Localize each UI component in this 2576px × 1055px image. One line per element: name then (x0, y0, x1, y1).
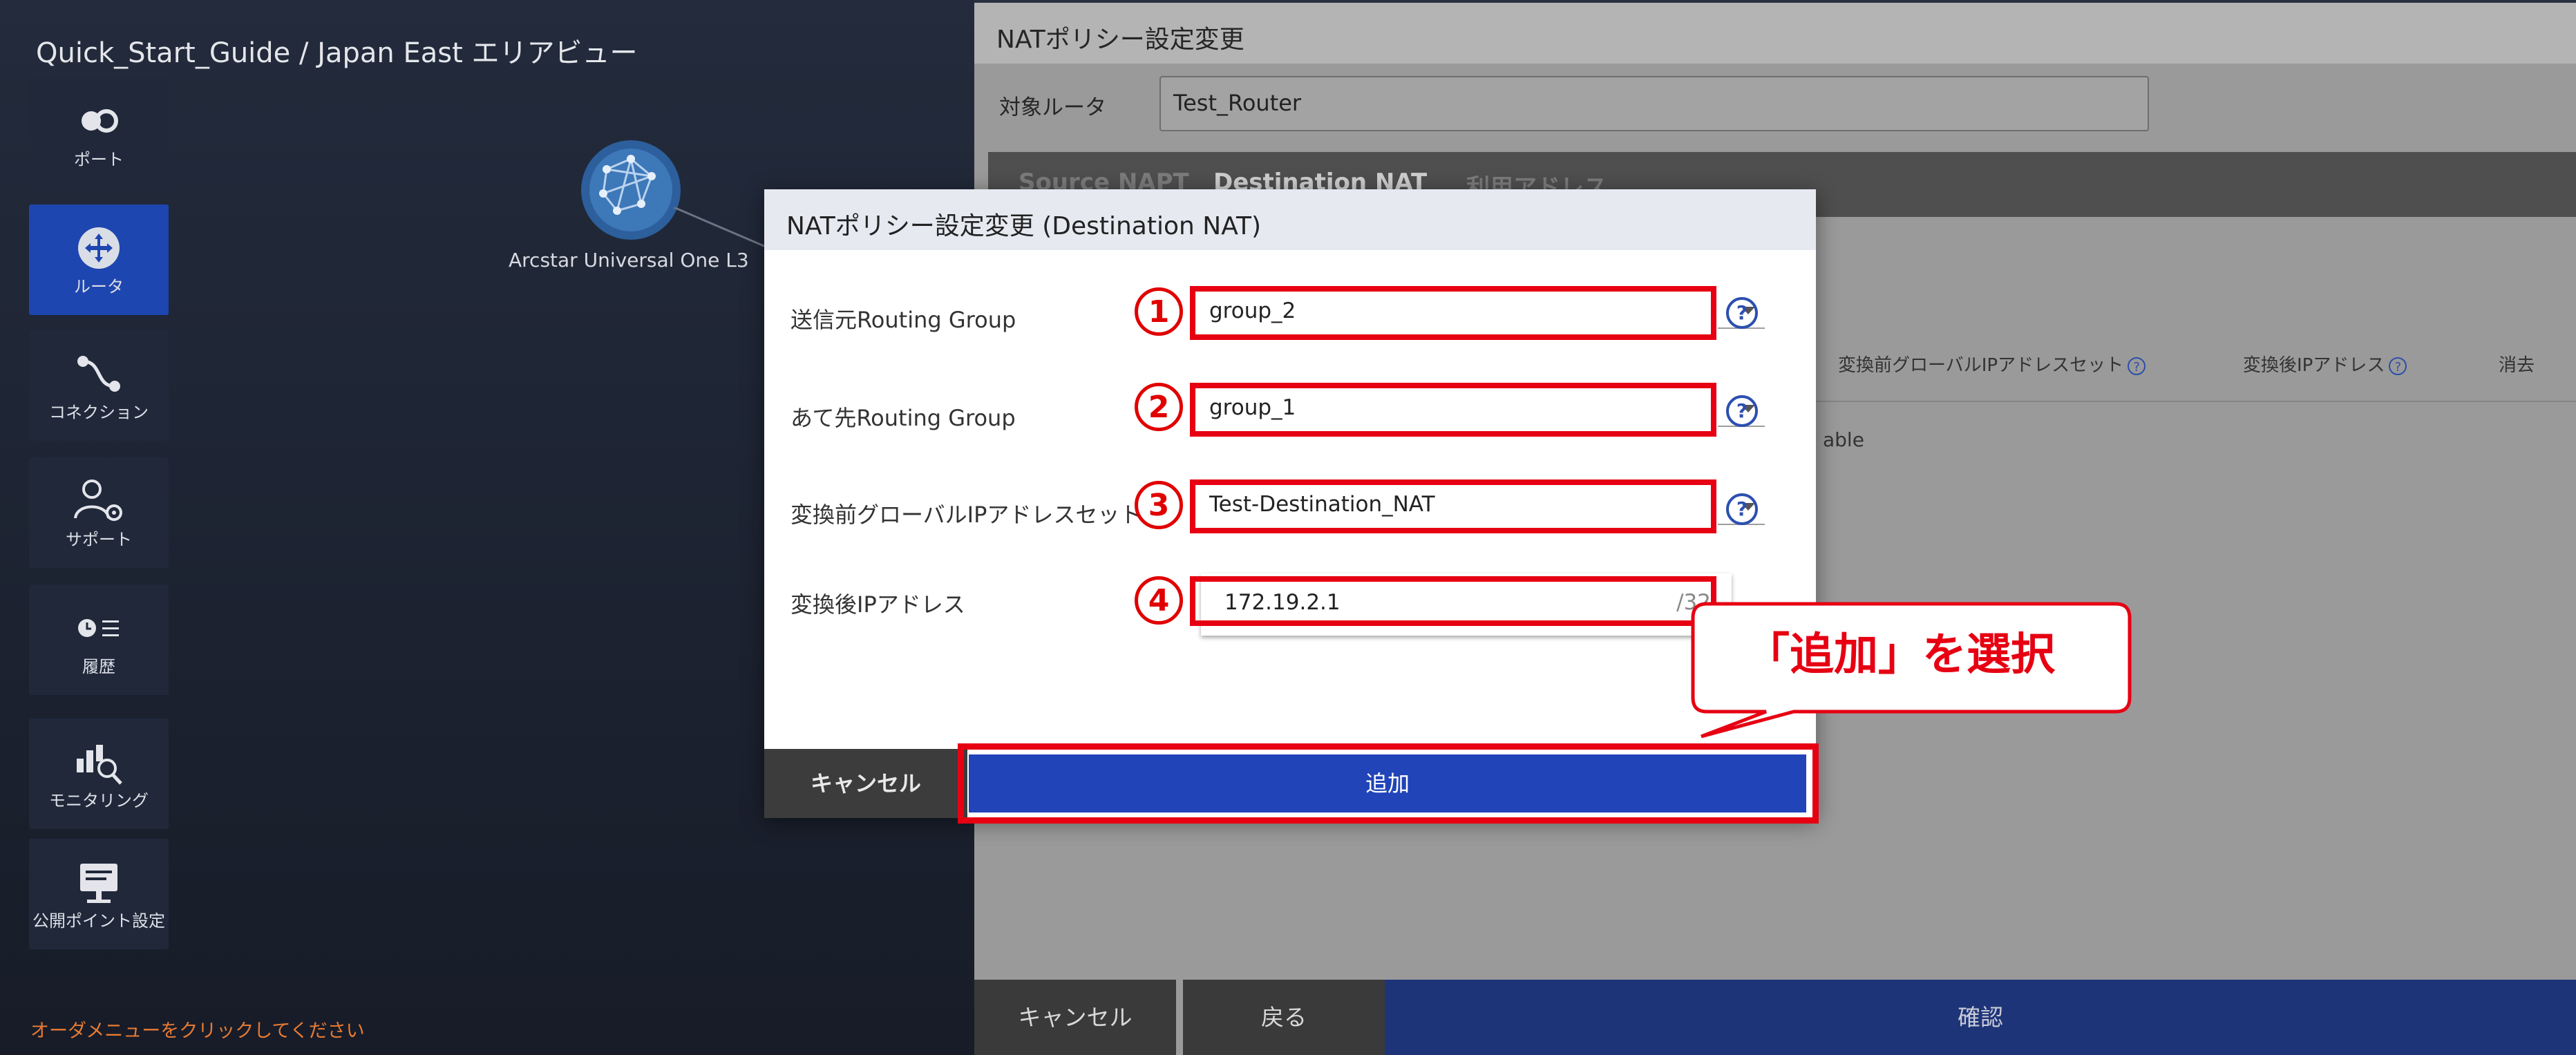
dest-routing-group-select[interactable]: group_1 (1190, 383, 1716, 437)
connection-icon (29, 350, 169, 398)
step-badge: 1 (1135, 287, 1183, 336)
router-icon (29, 224, 169, 272)
nav-label: ポート (74, 150, 124, 169)
destination-nat-modal: NATポリシー設定変更 (Destination NAT) 送信元Routing… (764, 189, 1816, 818)
nav-port[interactable]: ポート (29, 77, 169, 188)
dest-routing-group-label: あて先Routing Group (790, 405, 1016, 431)
select-value: Test-Destination_NAT (1209, 492, 1435, 517)
support-icon (29, 477, 169, 525)
select-value: group_2 (1209, 298, 1296, 323)
panel-header: NATポリシー設定変更 (974, 0, 2576, 64)
nav-connection[interactable]: コネクション (29, 330, 169, 441)
source-routing-group-select[interactable]: group_2 (1190, 286, 1716, 340)
router-value: Test_Router (1173, 90, 1302, 116)
ip-value: 172.19.2.1 (1224, 590, 1341, 615)
panel-confirm-button[interactable]: 確認 (1385, 980, 2576, 1055)
help-icon[interactable]: ? (1726, 493, 1758, 525)
select-value: group_1 (1209, 395, 1296, 420)
nav-public-point[interactable]: 公開ポイント設定 (29, 839, 169, 949)
col-delete: 消去 (2499, 355, 2535, 376)
panel-back-button[interactable]: 戻る (1183, 980, 1385, 1055)
node-label: Arcstar Universal One L3 (509, 249, 749, 272)
nav-label: 公開ポイント設定 (32, 911, 165, 931)
nav-label: 履歴 (82, 657, 115, 676)
nav-label: ルータ (74, 277, 124, 296)
col-pre-global-ip: 変換前グローバルIPアドレスセット? (1838, 351, 2146, 377)
history-icon (29, 604, 169, 652)
panel-footer: キャンセル 戻る 確認 (974, 980, 2576, 1055)
post-ip-label: 変換後IPアドレス (790, 591, 965, 618)
panel-cancel-button[interactable]: キャンセル (974, 980, 1176, 1055)
order-hint: オーダメニューをクリックしてください (30, 1020, 365, 1042)
step-badge: 3 (1135, 481, 1183, 529)
modal-header: NATポリシー設定変更 (Destination NAT) (764, 189, 1816, 250)
nav-label: モニタリング (49, 791, 149, 810)
router-label: 対象ルータ (999, 95, 1106, 120)
port-icon (29, 97, 169, 145)
post-ip-input[interactable]: 172.19.2.1 /32 (1190, 576, 1716, 626)
nav-label: サポート (66, 530, 132, 549)
panel-title: NATポリシー設定変更 (996, 26, 1244, 54)
col-post-ip: 変換後IPアドレス? (2243, 351, 2407, 377)
nav-history[interactable]: 履歴 (29, 584, 169, 695)
router-field: Test_Router (1159, 76, 2149, 131)
nav-monitoring[interactable]: モニタリング (29, 719, 169, 829)
modal-cancel-button[interactable]: キャンセル (764, 749, 967, 818)
pre-global-ip-set-select[interactable]: Test-Destination_NAT (1190, 479, 1716, 533)
node-link-line (674, 207, 770, 249)
step-badge: 2 (1135, 383, 1183, 431)
nav-support[interactable]: サポート (29, 457, 169, 568)
nav-label: コネクション (49, 403, 149, 422)
globe-icon[interactable] (579, 138, 683, 242)
monitoring-icon (29, 738, 169, 786)
modal-title: NATポリシー設定変更 (Destination NAT) (786, 212, 1262, 240)
table-empty-text: able (1823, 428, 1864, 451)
help-icon[interactable]: ? (1726, 395, 1758, 427)
pre-global-ip-set-label: 変換前グローバルIPアドレスセット (790, 502, 1142, 528)
add-button[interactable]: 追加 (969, 754, 1806, 812)
callout-text: 「追加」を選択 (1745, 629, 2055, 681)
public-point-icon (29, 858, 169, 906)
help-icon[interactable]: ? (2128, 357, 2146, 375)
help-icon[interactable]: ? (1726, 297, 1758, 329)
nav-router[interactable]: ルータ (29, 205, 169, 315)
table-divider (1797, 401, 2576, 402)
step-badge: 4 (1135, 576, 1183, 625)
source-routing-group-label: 送信元Routing Group (790, 307, 1016, 333)
help-icon[interactable]: ? (2389, 357, 2407, 375)
area-title: Quick_Start_Guide / Japan East エリアビュー (36, 37, 638, 69)
